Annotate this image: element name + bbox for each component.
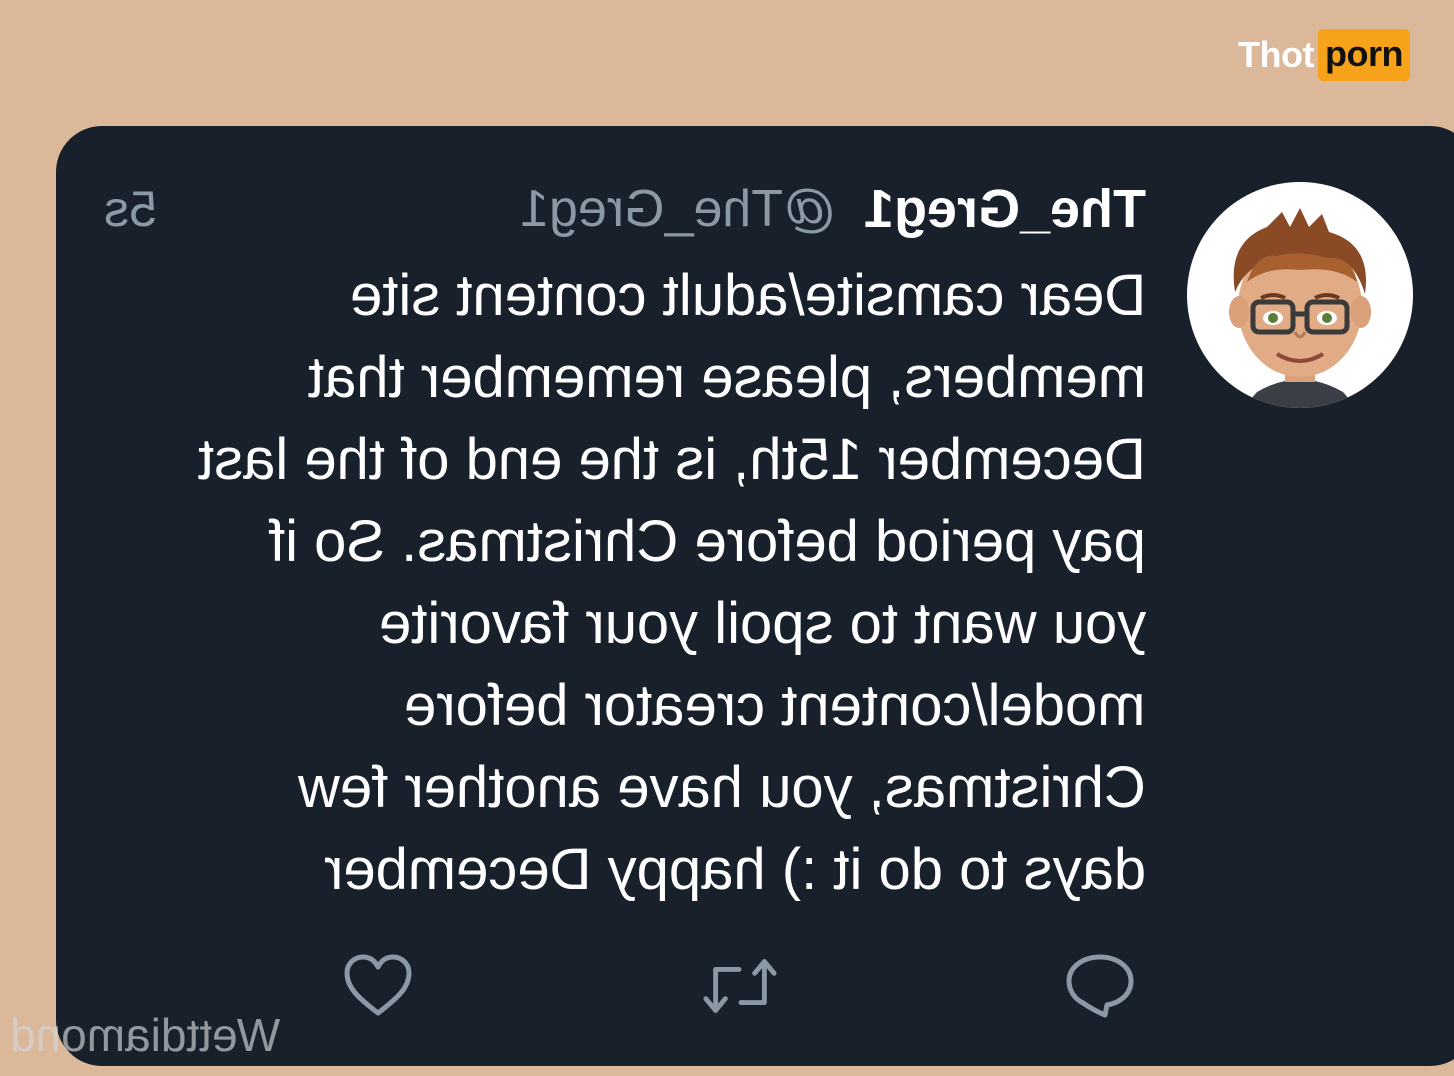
author-name[interactable]: The_Greg1 (864, 178, 1146, 240)
tweet-line-text: pay period before Christmas. So if (269, 508, 1146, 574)
credit-text: Wettdiamond (10, 1009, 281, 1061)
tweet-line-text: days to do it :) happy December (323, 836, 1146, 902)
tweet-line: Christmas, you have another few (96, 746, 1146, 828)
tweet-line: members, please remember that (96, 336, 1146, 418)
tweet-line: model/content creator before (96, 664, 1146, 746)
watermark-text-a: Thot (1238, 34, 1314, 75)
site-watermark: Thot porn (1238, 29, 1410, 81)
avatar-bitmoji-icon (1229, 208, 1371, 408)
tweet-line: December 15th, is the end of the last (96, 418, 1146, 500)
tweet-line-text: you want to spoil your favorite (378, 590, 1146, 656)
like-button[interactable] (338, 948, 418, 1024)
heart-icon (344, 954, 412, 1016)
tweet-header: The_Greg1 @The_Greg1 5s (96, 174, 1146, 244)
tweet-line: days to do it :) happy December (96, 828, 1146, 910)
tweet-body: Dear camsite/adult content site members,… (96, 254, 1146, 910)
credit-watermark: Wettdiamond (10, 1008, 280, 1062)
tweet-line-text: Dear camsite/adult content site (349, 262, 1146, 328)
tweet-line-text: members, please remember that (307, 344, 1146, 410)
tweet-line: pay period before Christmas. So if (96, 500, 1146, 582)
reply-icon (1066, 954, 1134, 1018)
watermark-text-b: porn (1317, 29, 1410, 81)
reply-button[interactable] (1060, 948, 1140, 1024)
retweet-button[interactable] (700, 948, 780, 1024)
tweet-line-text: model/content creator before (404, 672, 1146, 738)
tweet-card: The_Greg1 @The_Greg1 5s Dear camsite/adu… (56, 126, 1454, 1066)
tweet-line: Dear camsite/adult content site (96, 254, 1146, 336)
tweet-line-text: December 15th, is the end of the last (198, 426, 1146, 492)
retweet-icon (703, 959, 777, 1013)
tweet-line-text: Christmas, you have another few (298, 754, 1146, 820)
avatar[interactable] (1187, 182, 1413, 408)
post-timestamp[interactable]: 5s (104, 180, 157, 238)
tweet-line: you want to spoil your favorite (96, 582, 1146, 664)
author-handle[interactable]: @The_Greg1 (520, 179, 836, 239)
